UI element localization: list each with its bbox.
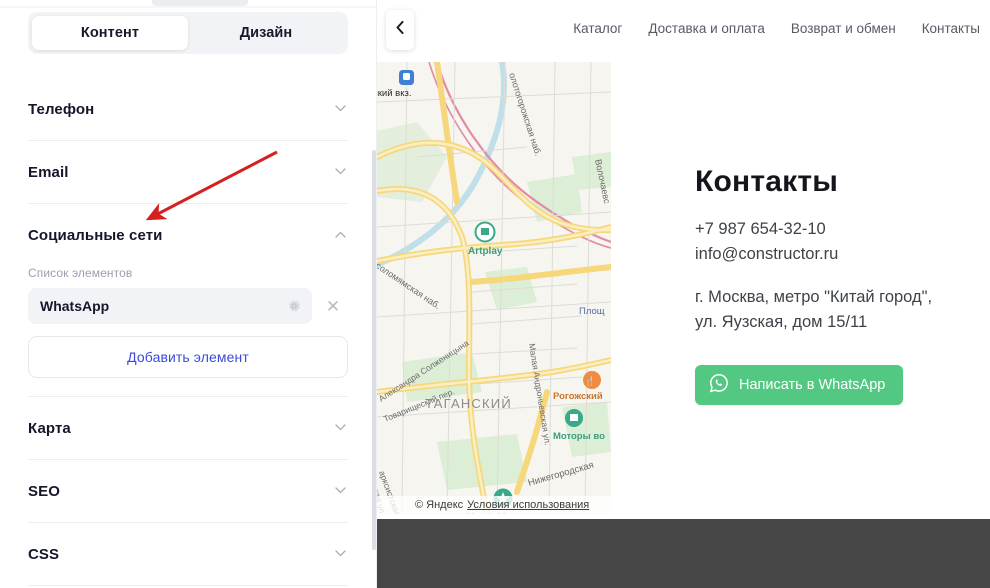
chevron-down-icon[interactable] <box>335 550 346 557</box>
map-credit-text: © Яндекс <box>415 499 464 511</box>
accordion-title-seo: SEO <box>28 482 60 500</box>
map-widget[interactable]: ский вкз. Artplay олотогорожская наб. Во… <box>377 62 611 514</box>
contact-email[interactable]: info@constructor.ru <box>695 242 985 267</box>
accordion-title-map: Карта <box>28 419 71 437</box>
accordion-section-seo: SEO <box>28 460 348 523</box>
whatsapp-button-label: Написать в WhatsApp <box>739 377 886 393</box>
social-section-body: Список элементов WhatsApp ✕ Добавить эле… <box>28 266 348 396</box>
whatsapp-icon <box>709 373 729 397</box>
nav-link-contacts[interactable]: Контакты <box>922 21 980 36</box>
tab-content[interactable]: Контент <box>32 16 188 50</box>
map-attribution: © Яндекс Условия использования <box>377 496 611 514</box>
accordion-title-css: CSS <box>28 545 60 563</box>
svg-text:ский вкз.: ский вкз. <box>377 88 411 99</box>
collapse-panel-button[interactable] <box>386 10 414 50</box>
elements-list-label: Список элементов <box>28 266 133 280</box>
address-line-2: ул. Яузская, дом 15/11 <box>695 313 868 331</box>
accordion-section-email: Email <box>28 141 348 204</box>
accordion-section-social: Социальные сети Список элементов WhatsAp… <box>28 204 348 397</box>
map-terms-link[interactable]: Условия использования <box>467 499 589 511</box>
chevron-left-icon <box>396 21 404 39</box>
tab-design[interactable]: Дизайн <box>188 16 344 50</box>
accordion-header-map[interactable]: Карта <box>28 397 348 459</box>
contacts-block: Контакты +7 987 654-32-10 info@construct… <box>695 165 985 405</box>
nav-link-returns[interactable]: Возврат и обмен <box>791 21 896 36</box>
accordion-header-seo[interactable]: SEO <box>28 460 348 522</box>
page-title: Контакты <box>695 165 839 198</box>
accordion-header-social[interactable]: Социальные сети <box>28 204 348 266</box>
address-line-1: г. Москва, метро "Китай город", <box>695 288 933 306</box>
site-footer <box>377 519 990 588</box>
chevron-down-icon[interactable] <box>335 105 346 112</box>
accordion-section-phone: Телефон <box>28 78 348 141</box>
nav-link-delivery[interactable]: Доставка и оплата <box>648 21 764 36</box>
panel-top-strip <box>0 0 376 8</box>
top-shadow-strip <box>0 6 376 8</box>
social-item-whatsapp[interactable]: WhatsApp <box>28 288 312 324</box>
accordion-section-map: Карта <box>28 397 348 460</box>
accordion-header-phone[interactable]: Телефон <box>28 78 348 140</box>
site-preview: Каталог Доставка и оплата Возврат и обме… <box>377 0 990 588</box>
site-navigation: Каталог Доставка и оплата Возврат и обме… <box>573 16 990 40</box>
accordion-section-css: CSS <box>28 523 348 586</box>
contact-address: г. Москва, метро "Китай город", ул. Яузс… <box>695 285 985 335</box>
svg-text:Artplay: Artplay <box>468 246 503 257</box>
settings-accordion: Телефон Email Социальные сети Список эле… <box>0 78 376 586</box>
editor-tab-switcher: Контент Дизайн <box>28 12 348 54</box>
svg-text:Моторы во: Моторы во <box>553 431 605 442</box>
chevron-down-icon[interactable] <box>335 424 346 431</box>
app-window: Контент Дизайн Телефон Email Социальные … <box>0 0 990 588</box>
accordion-header-css[interactable]: CSS <box>28 523 348 585</box>
chevron-up-icon[interactable] <box>335 231 346 238</box>
accordion-title-phone: Телефон <box>28 100 95 118</box>
svg-text:ТАГАНСКИЙ: ТАГАНСКИЙ <box>425 396 512 411</box>
nav-link-catalog[interactable]: Каталог <box>573 21 622 36</box>
editor-panel: Контент Дизайн Телефон Email Социальные … <box>0 0 376 588</box>
add-element-button[interactable]: Добавить элемент <box>28 336 348 378</box>
whatsapp-button[interactable]: Написать в WhatsApp <box>695 365 904 405</box>
chevron-down-icon[interactable] <box>335 168 346 175</box>
svg-text:🍴: 🍴 <box>584 375 595 387</box>
accordion-header-email[interactable]: Email <box>28 141 348 203</box>
list-item: WhatsApp ✕ <box>28 288 348 324</box>
accordion-title-email: Email <box>28 163 69 181</box>
svg-text:Площ: Площ <box>579 306 605 317</box>
contact-phone[interactable]: +7 987 654-32-10 <box>695 217 985 242</box>
chevron-down-icon[interactable] <box>335 487 346 494</box>
accordion-title-social: Социальные сети <box>28 226 163 244</box>
close-icon[interactable]: ✕ <box>318 291 348 321</box>
social-item-label: WhatsApp <box>40 298 110 314</box>
gear-icon[interactable] <box>286 298 302 314</box>
svg-text:Рогожский: Рогожский <box>553 391 603 402</box>
